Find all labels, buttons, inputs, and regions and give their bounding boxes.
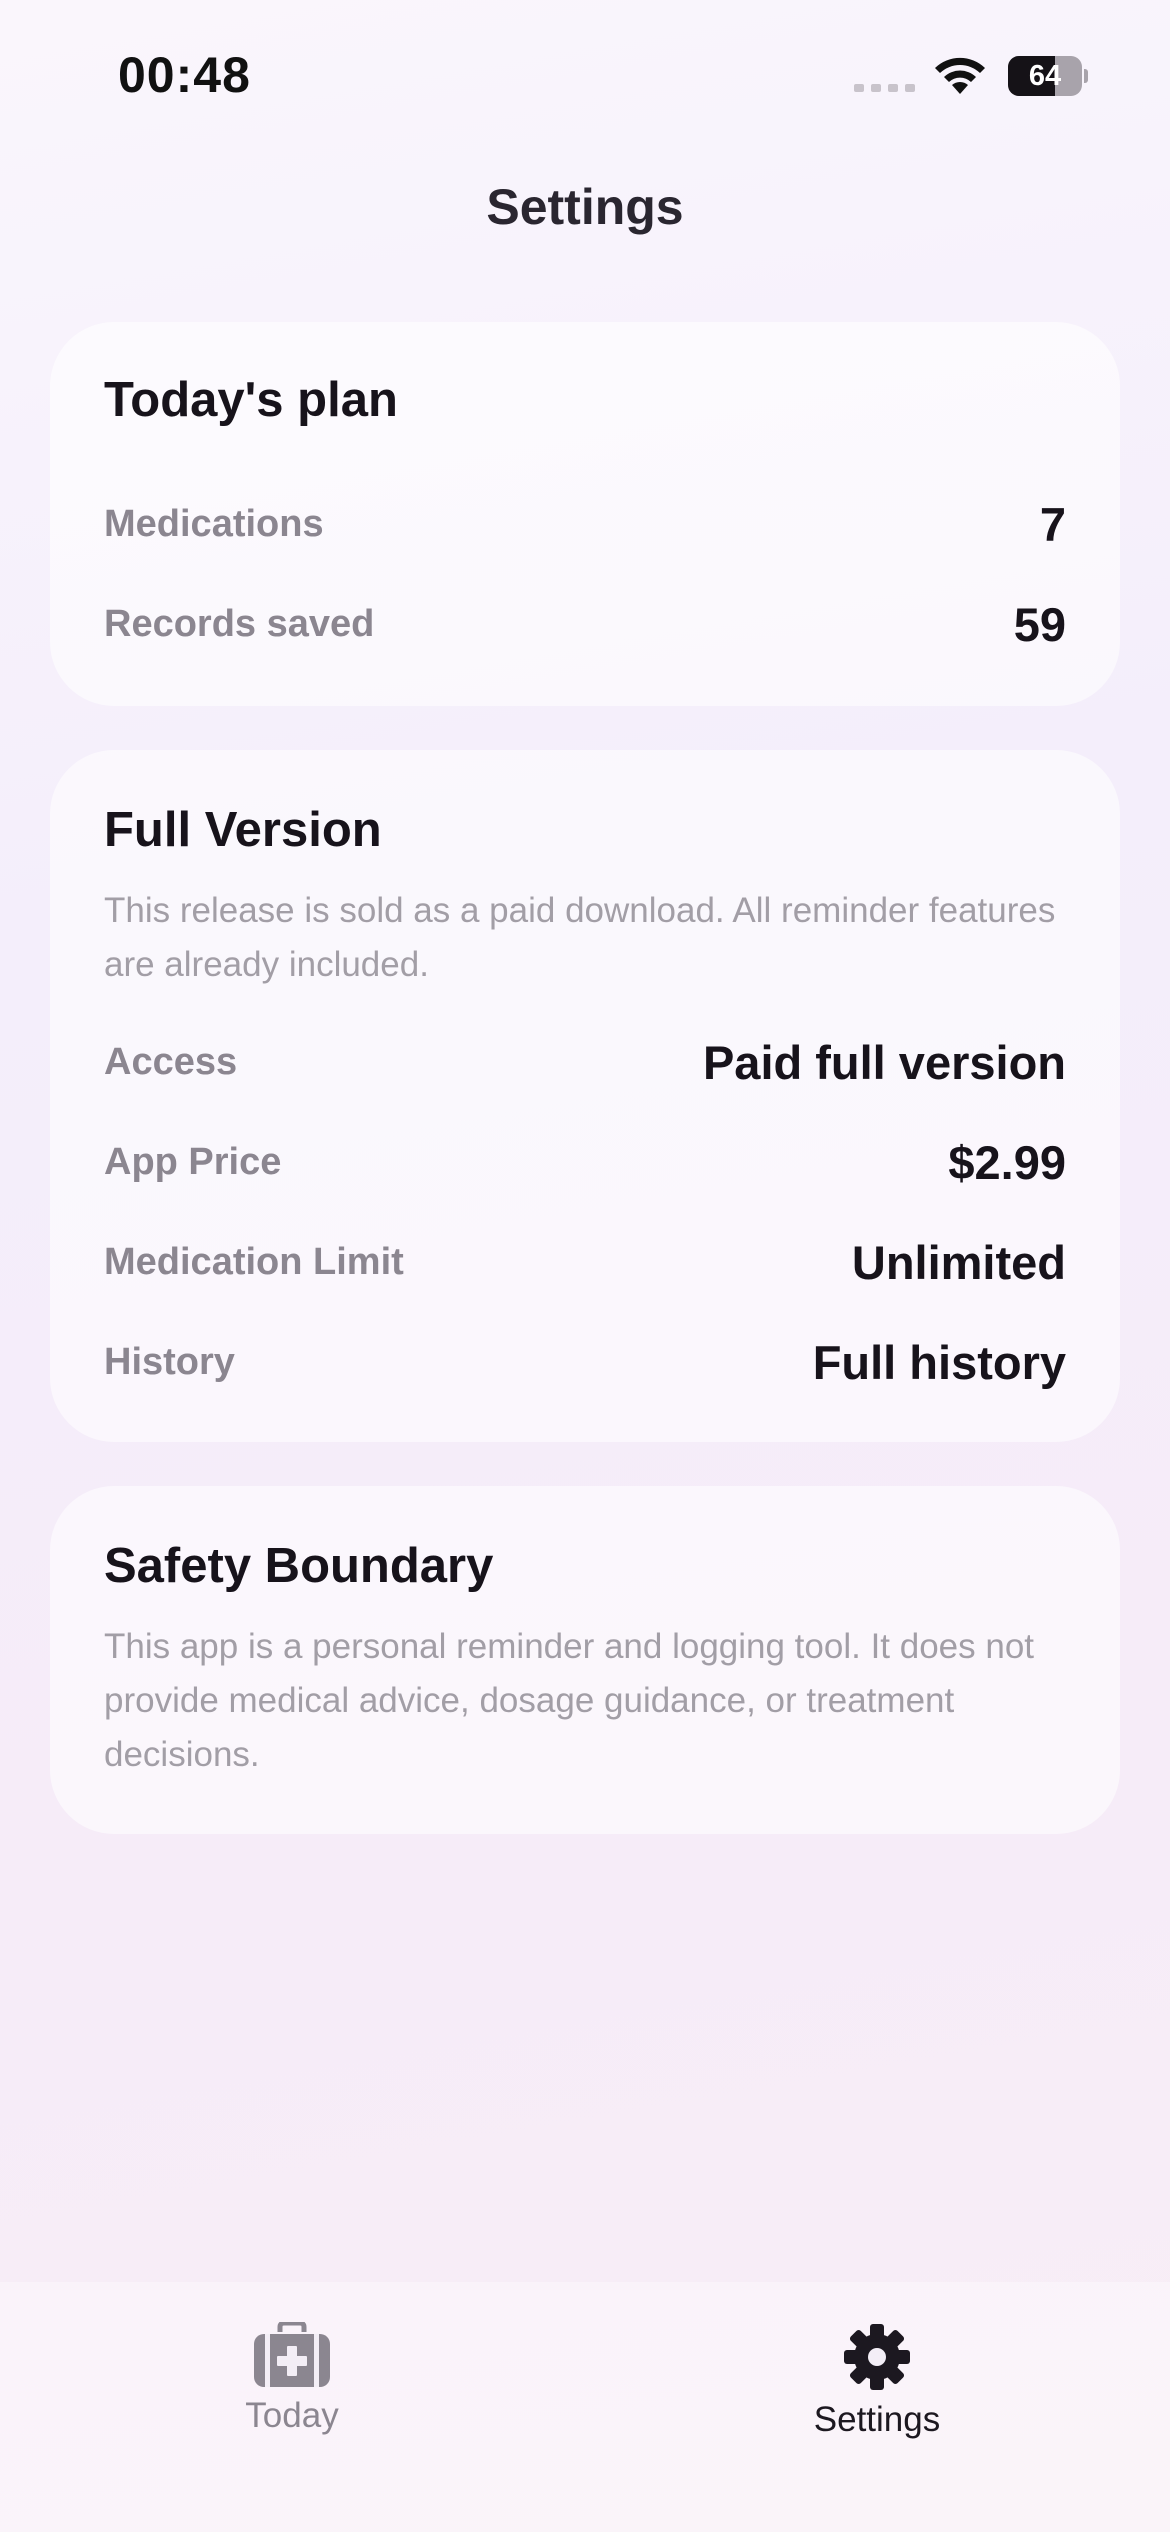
full-version-card: Full Version This release is sold as a p… (50, 750, 1120, 1442)
access-row: Access Paid full version (104, 1032, 1066, 1092)
tab-settings-label: Settings (813, 2400, 941, 2439)
row-label: App Price (104, 1140, 282, 1183)
cellular-signal-icon (854, 84, 915, 92)
tab-settings[interactable]: Settings (727, 2322, 1027, 2440)
row-value: Full history (812, 1335, 1066, 1389)
status-bar: 00:48 64 (0, 0, 1170, 150)
row-value: $2.99 (948, 1135, 1066, 1189)
medication-limit-row: Medication Limit Unlimited (104, 1232, 1066, 1292)
row-value: 59 (1013, 597, 1066, 651)
gear-icon (844, 2324, 910, 2390)
tab-today-label: Today (245, 2396, 339, 2435)
row-value: Paid full version (702, 1035, 1066, 1089)
todays-plan-title: Today's plan (104, 373, 398, 427)
safety-boundary-card: Safety Boundary This app is a personal r… (50, 1486, 1120, 1834)
status-time: 00:48 (118, 47, 251, 103)
todays-plan-card: Today's plan Medications 7 Records saved… (50, 322, 1120, 706)
full-version-description: This release is sold as a paid download.… (104, 891, 1056, 984)
wifi-icon (935, 57, 985, 94)
row-label: History (104, 1340, 235, 1383)
row-label: Medications (104, 502, 324, 545)
row-label: Access (104, 1040, 238, 1083)
tab-bar: Today Settings (0, 2282, 1170, 2532)
row-label: Records saved (104, 602, 375, 645)
medical-kit-icon (254, 2322, 330, 2387)
safety-boundary-title: Safety Boundary (104, 1539, 494, 1593)
tab-today[interactable]: Today (142, 2322, 442, 2436)
battery-percent: 64 (1028, 60, 1062, 92)
battery-icon: 64 (1008, 56, 1088, 96)
records-saved-row: Records saved 59 (104, 594, 1066, 654)
row-label: Medication Limit (104, 1240, 404, 1283)
safety-boundary-description: This app is a personal reminder and logg… (104, 1627, 1035, 1774)
page-title: Settings (486, 179, 684, 235)
app-price-row: App Price $2.99 (104, 1132, 1066, 1192)
row-value: Unlimited (851, 1235, 1066, 1289)
history-row: History Full history (104, 1332, 1066, 1392)
row-value: 7 (1039, 497, 1066, 551)
medications-row: Medications 7 (104, 494, 1066, 554)
full-version-title: Full Version (104, 803, 382, 857)
